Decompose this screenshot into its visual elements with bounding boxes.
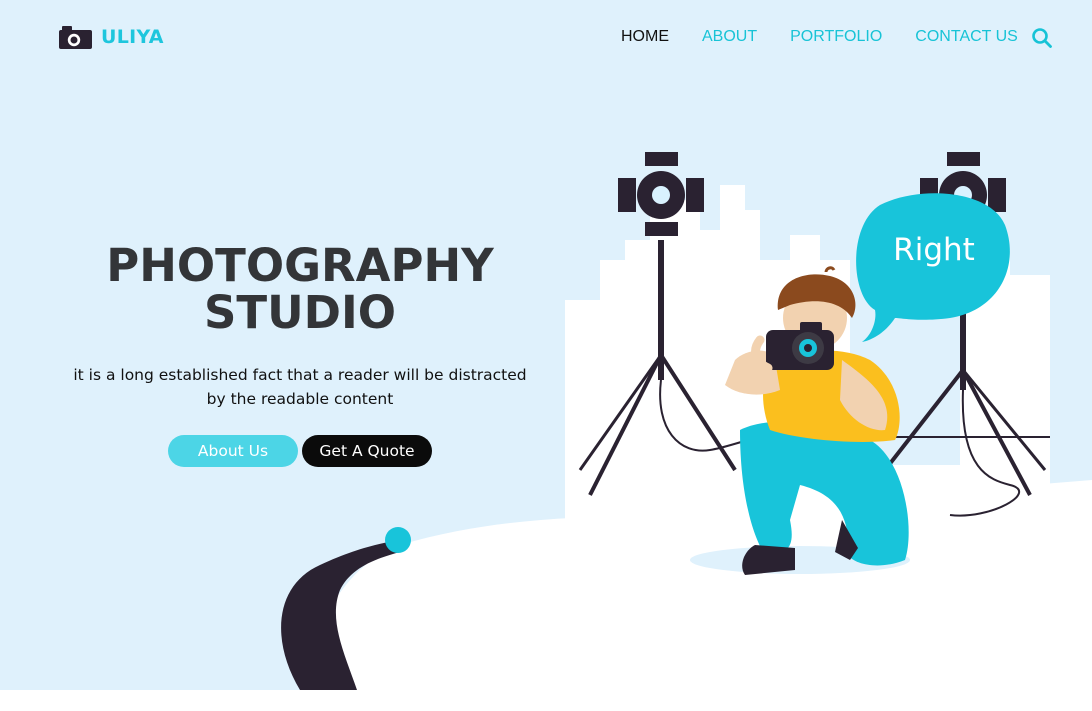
camera-icon	[59, 26, 92, 49]
photographer-illustration	[565, 152, 1050, 590]
brand-logo[interactable]: ULIYA	[57, 24, 164, 50]
speech-bubble-text: Right	[893, 232, 975, 268]
hero-title-line2: STUDIO	[204, 286, 396, 339]
hero-description-line1: it is a long established fact that a rea…	[73, 366, 527, 384]
main-nav: HOME ABOUT PORTFOLIO CONTACT US	[621, 27, 1051, 47]
nav-item-home[interactable]: HOME	[621, 27, 669, 47]
get-a-quote-button[interactable]: Get A Quote	[302, 435, 432, 467]
hero-title-line1: PHOTOGRAPHY	[106, 239, 494, 292]
hero-description: it is a long established fact that a rea…	[55, 363, 545, 411]
brand-name: ULIYA	[101, 26, 164, 48]
nav-item-portfolio[interactable]: PORTFOLIO	[790, 27, 882, 47]
about-us-button[interactable]: About Us	[168, 435, 298, 467]
nav-item-about[interactable]: ABOUT	[702, 27, 757, 47]
hero-title: PHOTOGRAPHY STUDIO	[60, 242, 540, 336]
hero-description-line2: by the readable content	[206, 390, 394, 408]
search-icon[interactable]	[1031, 27, 1053, 49]
nav-item-contact-us[interactable]: CONTACT US	[915, 27, 1018, 47]
site-header: ULIYA HOME ABOUT PORTFOLIO CONTACT US	[0, 0, 1092, 76]
